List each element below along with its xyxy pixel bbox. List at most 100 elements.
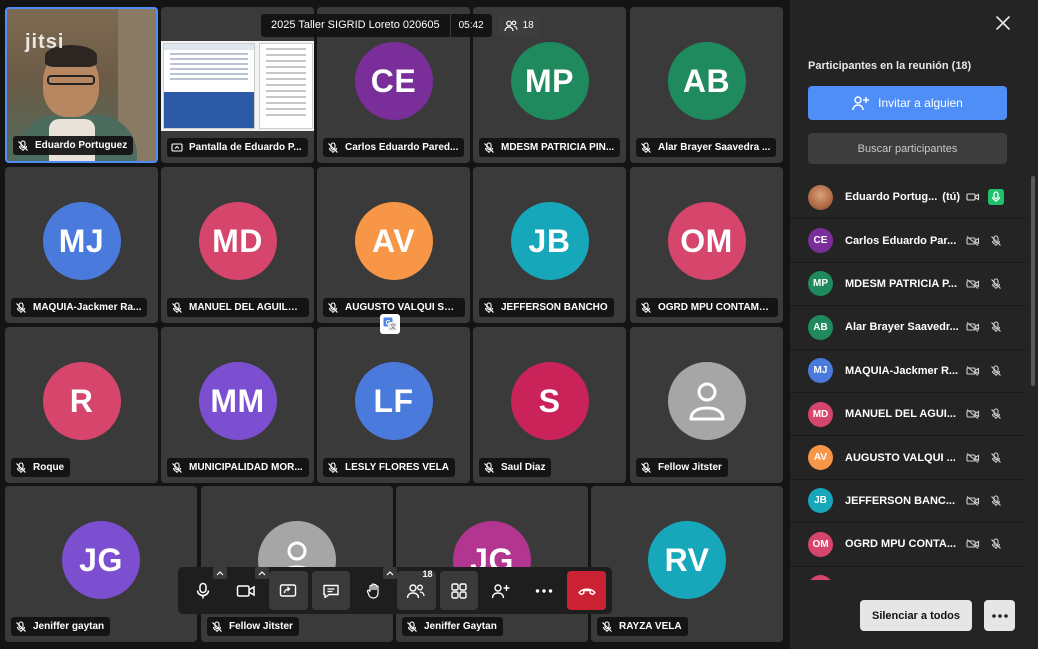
participant-tile[interactable]: JB JEFFERSON BANCHO — [473, 167, 626, 323]
invite-someone-button[interactable]: Invitar a alguien — [808, 86, 1007, 120]
participants-count-badge[interactable]: 18 — [497, 14, 540, 37]
invite-button[interactable] — [482, 571, 521, 610]
invite-icon — [491, 583, 511, 599]
chevron-up-icon[interactable] — [255, 567, 270, 579]
participant-list-item[interactable]: MD MANUEL DEL AGUI... — [790, 393, 1026, 437]
participant-tile[interactable]: MD MANUEL DEL AGUILA... — [161, 167, 314, 323]
participant-tile[interactable]: Fellow Jitster — [630, 327, 783, 483]
camera-button[interactable] — [227, 567, 270, 610]
chat-icon — [322, 583, 340, 599]
avatar — [808, 184, 833, 210]
participants-panel: Participantes en la reunión (18) Invitar… — [790, 0, 1038, 649]
tile-name-label: Pantalla de Eduardo P... — [167, 138, 308, 157]
search-participants-input[interactable] — [808, 133, 1007, 164]
mic-muted-icon — [601, 620, 613, 633]
tile-name-label: LESLY FLORES VELA — [323, 458, 455, 477]
participant-tile[interactable]: AB Alar Brayer Saavedra ... — [630, 7, 783, 163]
svg-text:文: 文 — [390, 323, 396, 331]
participant-tile[interactable]: MJ MAQUIA-Jackmer Ra... — [5, 167, 158, 323]
raise-hand-button[interactable] — [354, 567, 397, 610]
participant-status-icons — [958, 450, 1004, 466]
initials-avatar: MP — [510, 42, 589, 120]
screenshare-preview — [161, 41, 314, 131]
participant-name: Jeniffer gaytan — [33, 621, 105, 632]
mic-muted-icon — [171, 461, 183, 474]
mic-muted-icon — [988, 406, 1004, 422]
participant-status-icons — [958, 363, 1004, 379]
chevron-up-icon[interactable] — [212, 567, 227, 579]
initials-avatar: MJ — [42, 202, 121, 280]
mic-muted-icon — [988, 493, 1004, 509]
camera-off-icon — [965, 319, 981, 335]
chat-button[interactable] — [311, 571, 351, 610]
avatar: AB — [808, 314, 833, 340]
participant-tile[interactable]: S Saul Diaz — [473, 327, 626, 483]
share-screen-button[interactable] — [269, 571, 308, 610]
participant-status-icons — [958, 536, 1004, 552]
participant-list-item[interactable]: OM OGRD MPU CONTA... — [790, 523, 1026, 567]
tile-name-label: Fellow Jitster — [207, 617, 299, 636]
participant-list-item[interactable]: AV AUGUSTO VALQUI ... — [790, 436, 1026, 480]
tile-name-label: Carlos Eduardo Pared... — [323, 138, 465, 157]
camera-off-icon — [965, 450, 981, 466]
tile-name-label: MDESM PATRICIA PIN... — [479, 138, 621, 157]
hangup-button[interactable] — [567, 571, 606, 610]
participant-list-name: AUGUSTO VALQUI ... — [845, 452, 963, 464]
close-panel-icon[interactable] — [994, 14, 1012, 32]
participant-name: MAQUIA-Jackmer R... — [845, 364, 959, 377]
add-user-icon — [852, 96, 870, 111]
participant-tile[interactable]: Fellow Jitster — [201, 486, 393, 642]
participant-list-item[interactable]: CE Carlos Eduardo Par... — [790, 219, 1026, 263]
share-screen-icon — [279, 583, 297, 599]
participant-status-icons — [958, 189, 1004, 206]
avatar: OM — [808, 531, 833, 557]
participant-tile[interactable]: R Roque — [5, 327, 158, 483]
participant-tile[interactable]: jitsi Eduardo Portuguez — [5, 7, 158, 163]
initials-avatar: AV — [354, 202, 433, 280]
avatar: CE — [808, 228, 833, 254]
participant-name: Alar Brayer Saavedr... — [845, 321, 959, 334]
mic-muted-icon — [15, 301, 27, 314]
tile-name-label: JEFFERSON BANCHO — [479, 298, 614, 317]
participant-tile[interactable]: OM OGRD MPU CONTAMA... — [630, 167, 783, 323]
camera-off-icon — [965, 493, 981, 509]
initials-avatar: MM — [198, 362, 277, 440]
participants-scrollbar[interactable] — [1031, 176, 1035, 386]
participant-tile[interactable]: JG Jeniffer gaytan — [5, 486, 197, 642]
participants-badge: 18 — [422, 569, 433, 579]
camera-off-icon — [965, 363, 981, 379]
mic-muted-icon — [640, 141, 652, 154]
mute-all-button[interactable]: Silenciar a todos — [860, 600, 972, 631]
more-button[interactable] — [525, 571, 564, 610]
participant-name: JEFFERSON BANCHO — [501, 302, 608, 313]
invite-label: Invitar a alguien — [878, 96, 963, 110]
participant-tile[interactable]: JG Jeniffer Gaytan — [396, 486, 588, 642]
initials-avatar: JB — [510, 202, 589, 280]
participant-tile[interactable]: LF LESLY FLORES VELA — [317, 327, 470, 483]
participant-list-item[interactable]: AB Alar Brayer Saavedr... — [790, 306, 1026, 350]
participant-list-item[interactable] — [790, 567, 1026, 580]
camera-off-icon — [965, 536, 981, 552]
tile-name-label: Eduardo Portuguez — [13, 136, 134, 155]
translate-icon[interactable]: G文 — [380, 314, 400, 334]
mic-muted-icon — [15, 461, 27, 474]
participant-list-item[interactable]: JB JEFFERSON BANC... — [790, 480, 1026, 524]
initials-avatar: MD — [198, 202, 277, 280]
participant-status-icons — [958, 276, 1004, 292]
participant-tile[interactable]: AV AUGUSTO VALQUI SC... — [317, 167, 470, 323]
participants-button[interactable]: 18 — [396, 569, 436, 610]
participant-tile[interactable]: MM MUNICIPALIDAD MOR... — [161, 327, 314, 483]
participant-tile[interactable]: RV RAYZA VELA — [591, 486, 783, 642]
participants-count: 18 — [522, 20, 534, 31]
more-options-button[interactable] — [984, 600, 1015, 631]
participant-list-item[interactable]: MP MDESM PATRICIA P... — [790, 263, 1026, 307]
tile-view-button[interactable] — [439, 571, 479, 610]
mic-muted-icon — [327, 461, 339, 474]
chevron-up-icon[interactable] — [382, 567, 397, 579]
participant-list-item[interactable]: Eduardo Portug... (tú) — [790, 176, 1026, 220]
mic-muted-icon — [988, 276, 1004, 292]
camera-icon — [236, 583, 256, 599]
microphone-button[interactable] — [184, 567, 227, 610]
participant-list-item[interactable]: MJ MAQUIA-Jackmer R... — [790, 350, 1026, 393]
participant-name: Jeniffer Gaytan — [424, 621, 497, 632]
